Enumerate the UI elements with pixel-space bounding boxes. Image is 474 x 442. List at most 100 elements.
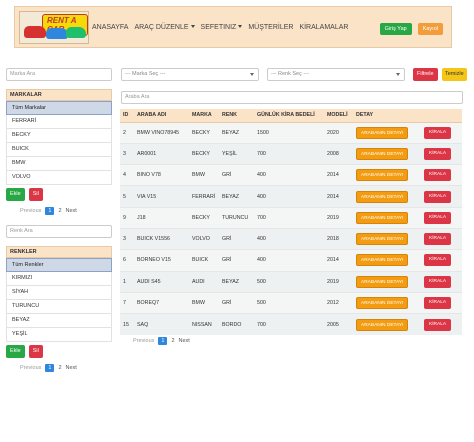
add-color-button[interactable]: Ekle	[6, 345, 25, 358]
pager-next[interactable]: Next	[179, 338, 190, 344]
brand-item[interactable]: BECKY	[6, 129, 112, 143]
cell-id: 15	[120, 313, 134, 335]
pager-page-2[interactable]: 2	[58, 208, 61, 214]
rent-button[interactable]: KİRALA	[424, 233, 452, 246]
cell-rent: KİRALA	[421, 164, 462, 186]
color-item[interactable]: TURUNCU	[6, 300, 112, 314]
cell-daily-price: 400	[254, 185, 324, 208]
brand-search-input[interactable]: Marka Ara	[6, 68, 112, 81]
pager-next[interactable]: Next	[66, 365, 77, 371]
login-button[interactable]: Giriş Yap	[379, 23, 412, 35]
brand-item[interactable]: BUICK	[6, 143, 112, 157]
pager-page-2[interactable]: 2	[58, 365, 61, 371]
nav-home[interactable]: ANASAYFA	[92, 24, 128, 31]
nav-links: ANASAYFA ARAÇ DÜZENLE SEFETINIZ MÜŞTERİL…	[92, 24, 354, 31]
color-item[interactable]: YEŞİL	[6, 328, 112, 342]
brand-item-all[interactable]: Tüm Markalar	[6, 101, 112, 115]
color-item[interactable]: SİYAH	[6, 286, 112, 300]
color-item[interactable]: KIRMIZI	[6, 272, 112, 286]
car-detail-button[interactable]: ARABANIN DETAYI	[356, 126, 409, 139]
color-item-all[interactable]: Tüm Renkler	[6, 258, 112, 272]
car-detail-button[interactable]: ARABANIN DETAYI	[356, 318, 409, 331]
cell-rent: KİRALA	[421, 291, 462, 314]
cell-detail: ARABANIN DETAYI	[353, 121, 421, 144]
cell-color: GRİ	[219, 227, 254, 250]
color-select[interactable]: --- Renk Seç ---	[267, 68, 405, 81]
color-actions: Ekle Sil	[6, 345, 112, 358]
car-detail-button[interactable]: ARABANIN DETAYI	[356, 211, 409, 224]
pager-previous[interactable]: Previous	[133, 338, 154, 344]
car-detail-button[interactable]: ARABANIN DETAYI	[356, 254, 409, 267]
rent-button[interactable]: KİRALA	[424, 318, 452, 331]
color-search-input[interactable]: Renk Ara	[6, 225, 112, 238]
car-blue-icon	[46, 27, 68, 39]
chevron-down-icon	[238, 25, 243, 29]
cell-daily-price: 700	[254, 142, 324, 165]
cell-detail: ARABANIN DETAYI	[353, 270, 421, 293]
register-button[interactable]: Kayıol	[417, 23, 443, 35]
car-detail-button[interactable]: ARABANIN DETAYI	[356, 169, 409, 182]
brand-item[interactable]: VOLVO	[6, 171, 112, 185]
cell-car-name: SAQ	[134, 313, 189, 335]
car-detail-button[interactable]: ARABANIN DETAYI	[356, 275, 409, 288]
car-red-icon	[24, 25, 46, 38]
clear-button[interactable]: Temizle	[442, 68, 467, 81]
cell-model: 2005	[324, 313, 353, 335]
rent-button[interactable]: KİRALA	[424, 190, 452, 203]
rent-button[interactable]: KİRALA	[424, 254, 452, 267]
cell-id: 3	[120, 142, 134, 165]
rent-button[interactable]: KİRALA	[424, 169, 452, 182]
nav-rentals[interactable]: KİRALAMALAR	[299, 24, 348, 31]
cell-detail: ARABANIN DETAYI	[353, 185, 421, 208]
pager-page-2[interactable]: 2	[171, 338, 174, 344]
table-pagination: Previous 1 2 Next	[133, 337, 194, 345]
col-car-name: ARABA ADI	[134, 109, 189, 123]
cell-brand: NISSAN	[189, 313, 219, 335]
nav-cart[interactable]: SEFETINIZ	[201, 24, 243, 31]
cell-daily-price: 1500	[254, 121, 324, 144]
pager-previous[interactable]: Previous	[20, 365, 41, 371]
cell-car-name: BOREQ7	[134, 291, 189, 314]
car-detail-button[interactable]: ARABANIN DETAYI	[356, 297, 409, 310]
cell-daily-price: 400	[254, 164, 324, 186]
cell-id: 9	[120, 206, 134, 229]
cell-model: 2012	[324, 291, 353, 314]
brand-list-header: MARKALAR	[6, 89, 112, 101]
rent-button[interactable]: KİRALA	[424, 147, 452, 160]
car-detail-button[interactable]: ARABANIN DETAYI	[356, 147, 409, 160]
add-brand-button[interactable]: Ekle	[6, 188, 25, 201]
rent-button[interactable]: KİRALA	[424, 297, 452, 310]
pager-next[interactable]: Next	[66, 208, 77, 214]
cell-daily-price: 500	[254, 291, 324, 314]
rent-button[interactable]: KİRALA	[424, 126, 452, 139]
nav-customers[interactable]: MÜŞTERİLER	[248, 24, 293, 31]
cell-rent: KİRALA	[421, 142, 462, 165]
delete-color-button[interactable]: Sil	[28, 345, 43, 358]
delete-brand-button[interactable]: Sil	[28, 188, 43, 201]
cell-daily-price: 400	[254, 249, 324, 272]
rent-button[interactable]: KİRALA	[424, 211, 452, 224]
cell-id: 7	[120, 291, 134, 314]
logo[interactable]: RENT A CAR	[19, 10, 89, 44]
cell-brand: BMW	[189, 291, 219, 314]
cell-rent: KİRALA	[421, 313, 462, 335]
nav-edit-cars[interactable]: ARAÇ DÜZENLE	[134, 24, 195, 31]
pager-previous[interactable]: Previous	[20, 208, 41, 214]
car-search-input[interactable]: Araba Ara	[121, 91, 463, 104]
rent-button[interactable]: KİRALA	[424, 275, 452, 288]
pager-page-1[interactable]: 1	[45, 364, 55, 372]
brand-item[interactable]: FERRARİ	[6, 115, 112, 129]
brand-select[interactable]: --- Marka Seç ---	[121, 68, 259, 81]
car-detail-button[interactable]: ARABANIN DETAYI	[356, 190, 409, 203]
brand-item[interactable]: BMW	[6, 157, 112, 171]
table-row: 3 BUICK V1556 VOLVO GRİ 400 2018 ARABANIN DETA…	[120, 227, 462, 250]
cell-model: 2020	[324, 121, 353, 144]
car-detail-button[interactable]: ARABANIN DETAYI	[356, 233, 409, 246]
filter-button[interactable]: Filtrele	[413, 68, 438, 81]
pager-page-1[interactable]: 1	[158, 337, 168, 345]
cell-brand: BECKY	[189, 142, 219, 165]
pager-page-1[interactable]: 1	[45, 207, 55, 215]
col-daily-price: GÜNLÜK KİRA BEDELİ	[254, 109, 324, 123]
cell-color: GRİ	[219, 291, 254, 314]
color-item[interactable]: BEYAZ	[6, 314, 112, 328]
